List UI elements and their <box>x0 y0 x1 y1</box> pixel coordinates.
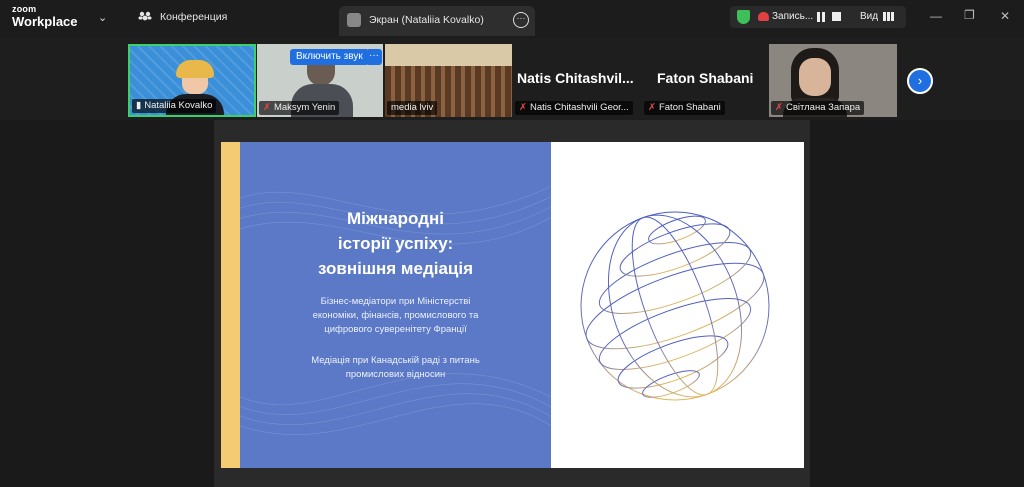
participants-icon <box>138 11 152 21</box>
shared-slide: Міжнародні історії успіху: зовнішня меді… <box>221 142 804 468</box>
slide-yellow-bar <box>221 142 240 468</box>
next-page-button[interactable]: › <box>907 68 933 94</box>
participant-big-name: Natis Chitashvil... <box>517 70 634 86</box>
cloud-record-icon <box>758 12 769 21</box>
slide-title-line-3: зовнішня медіація <box>317 259 474 278</box>
mic-muted-icon: ✗ <box>775 102 783 113</box>
slide-para2-line-1: Медіація при Канадській раді з питань <box>311 355 480 366</box>
globe-illustration <box>580 211 770 401</box>
stop-icon[interactable] <box>832 12 841 21</box>
mic-muted-icon: ✗ <box>519 102 527 113</box>
slide-blue-panel: Міжнародні історії успіху: зовнішня меді… <box>240 142 551 468</box>
shield-icon[interactable] <box>737 10 750 24</box>
zoom-logo: zoom Workplace <box>12 4 78 29</box>
video-tile-nataliia[interactable]: ▮ Nataliia Kovalko <box>128 44 256 117</box>
participant-big-name: Faton Shabani <box>657 70 754 86</box>
slide-title-line-2: історії успіху: <box>337 234 454 253</box>
video-tile-faton[interactable]: Faton Shabani ✗ Faton Shabani <box>642 44 768 117</box>
sharer-avatar <box>347 13 361 27</box>
slide-para1-line-2: економіки, фінансів, промислового та <box>312 310 479 321</box>
participant-name: ✗ Natis Chitashvili Geor... <box>515 101 633 115</box>
recording-bar: Запись... Вид <box>730 6 906 28</box>
participant-name: ▮ Nataliia Kovalko <box>132 99 217 113</box>
participant-name: ✗ Faton Shabani <box>644 101 725 115</box>
video-tile-media-lviv[interactable]: media lviv <box>385 44 512 117</box>
video-tile-svitlana[interactable]: ✗ Світлана Запара <box>769 44 897 117</box>
video-tile-natis[interactable]: Natis Chitashvil... ✗ Natis Chitashvili G… <box>513 44 641 117</box>
minimize-icon[interactable]: — <box>930 9 942 23</box>
more-options-icon[interactable]: ··· <box>513 12 529 28</box>
video-more-button[interactable]: ··· <box>366 49 382 65</box>
brand-small: zoom <box>12 4 37 14</box>
tab-label: Экран (Nataliia Kovalko) <box>369 14 484 26</box>
slide-title-line-1: Міжнародні <box>347 209 444 228</box>
meeting-info[interactable]: Конференция <box>138 11 227 23</box>
brand-large: Workplace <box>12 14 78 29</box>
slide-para1-line-3: цифрового суверенітету Франції <box>324 324 467 335</box>
view-button[interactable]: Вид <box>860 11 878 22</box>
mic-muted-icon: ✗ <box>263 102 271 113</box>
slide-para1-line-1: Бізнес-медіатори при Міністерстві <box>320 296 471 307</box>
participant-name: ✗ Maksym Yenin <box>259 101 340 115</box>
slide-para2-line-2: промислових відносин <box>345 369 446 380</box>
mic-muted-icon: ✗ <box>648 102 656 113</box>
tab-screen-share[interactable]: Экран (Nataliia Kovalko) ··· <box>339 6 535 36</box>
recording-label: Запись... <box>772 11 814 22</box>
meeting-title: Конференция <box>160 11 228 23</box>
unmute-button[interactable]: Включить звук <box>290 49 369 65</box>
restore-icon[interactable]: ❐ <box>964 8 975 22</box>
gallery-icon[interactable] <box>883 12 894 21</box>
close-icon[interactable]: ✕ <box>1000 9 1010 23</box>
pause-icon[interactable] <box>817 12 825 22</box>
participant-name: media lviv <box>387 101 438 115</box>
chevron-down-icon[interactable]: ⌄ <box>98 11 107 24</box>
pin-icon: ▮ <box>136 100 142 111</box>
participant-name: ✗ Світлана Запара <box>771 101 865 115</box>
